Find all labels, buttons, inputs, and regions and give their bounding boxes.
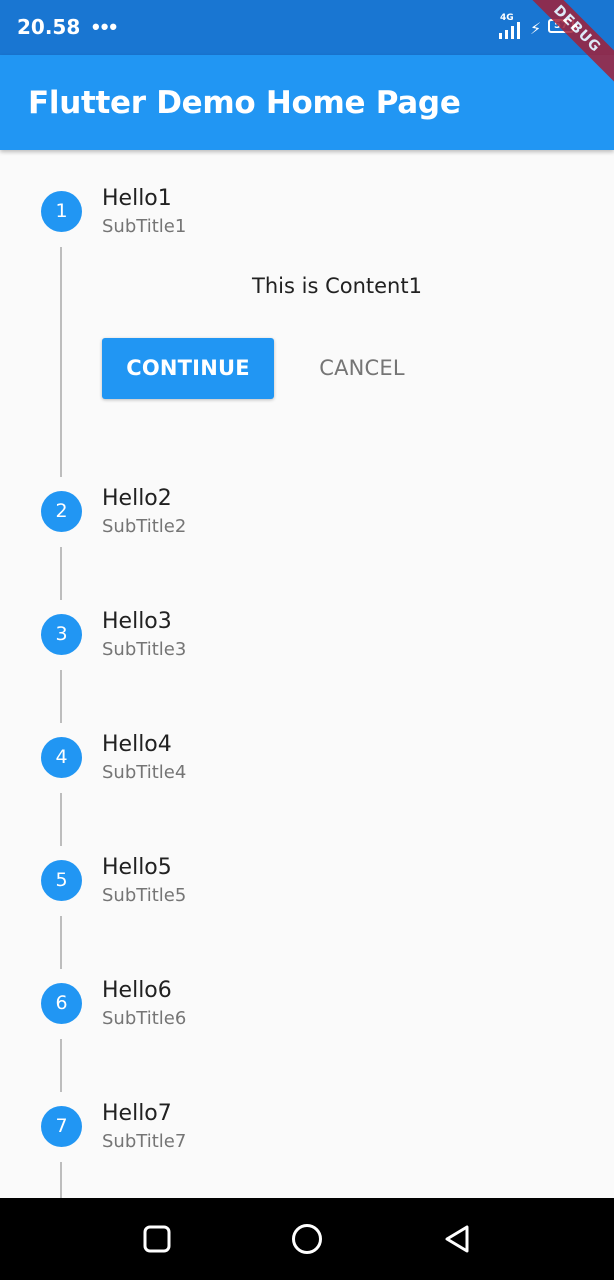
step-subtitle: SubTitle1 xyxy=(102,216,187,237)
step-subtitle: SubTitle7 xyxy=(102,1131,187,1152)
step-content: This is Content1 xyxy=(252,274,422,298)
step-subtitle: SubTitle5 xyxy=(102,885,187,906)
step-subtitle: SubTitle3 xyxy=(102,639,187,660)
step-number-badge[interactable]: 4 xyxy=(41,737,82,778)
status-time: 20.58 xyxy=(17,15,81,39)
step-title[interactable]: Hello3 xyxy=(102,609,172,634)
step-subtitle: SubTitle6 xyxy=(102,1008,187,1029)
step-title[interactable]: Hello5 xyxy=(102,855,172,880)
step-connector xyxy=(60,793,62,846)
app-bar: Flutter Demo Home Page xyxy=(0,55,614,150)
recent-apps-icon[interactable] xyxy=(140,1222,174,1256)
status-bar: 20.58 ••• 4G ⚡ 57 xyxy=(0,0,614,55)
continue-button[interactable]: CONTINUE xyxy=(102,338,274,399)
step-connector xyxy=(60,1162,62,1198)
step-title[interactable]: Hello6 xyxy=(102,978,172,1003)
signal-icon xyxy=(499,22,520,39)
step-connector xyxy=(60,1039,62,1092)
navigation-bar xyxy=(0,1198,614,1280)
step-number-badge[interactable]: 7 xyxy=(41,1106,82,1147)
notification-dots-icon: ••• xyxy=(92,14,119,39)
step-number-badge[interactable]: 2 xyxy=(41,491,82,532)
step-connector xyxy=(60,547,62,600)
charging-icon: ⚡ xyxy=(530,21,542,38)
step-subtitle: SubTitle4 xyxy=(102,762,187,783)
step-subtitle: SubTitle2 xyxy=(102,516,187,537)
step-title[interactable]: Hello2 xyxy=(102,486,172,511)
step-title[interactable]: Hello7 xyxy=(102,1101,172,1126)
step-number-badge[interactable]: 5 xyxy=(41,860,82,901)
home-icon[interactable] xyxy=(290,1222,324,1256)
cancel-button[interactable]: CANCEL xyxy=(290,338,434,399)
back-icon[interactable] xyxy=(440,1222,474,1256)
step-title[interactable]: Hello4 xyxy=(102,732,172,757)
step-connector xyxy=(60,247,62,477)
stepper: 1 Hello1 SubTitle1 This is Content1 CONT… xyxy=(0,150,614,1198)
step-title[interactable]: Hello1 xyxy=(102,186,172,211)
step-number-badge[interactable]: 3 xyxy=(41,614,82,655)
step-connector xyxy=(60,670,62,723)
step-connector xyxy=(60,916,62,969)
page-title: Flutter Demo Home Page xyxy=(28,85,461,121)
step-number-badge[interactable]: 1 xyxy=(41,191,82,232)
step-number-badge[interactable]: 6 xyxy=(41,983,82,1024)
